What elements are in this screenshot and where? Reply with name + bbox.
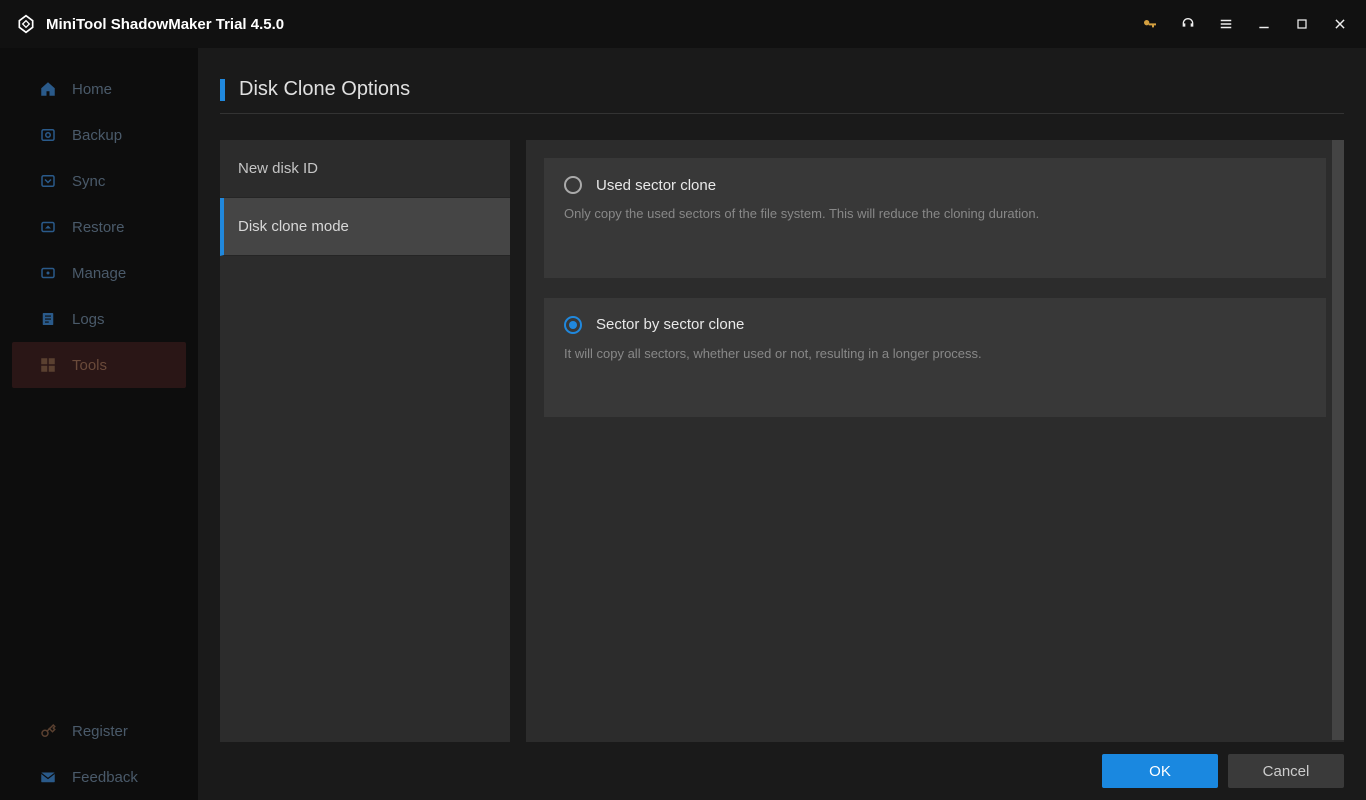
home-icon [38, 79, 58, 99]
sidebar-item-restore[interactable]: Restore [0, 204, 198, 250]
minimize-icon[interactable] [1254, 14, 1274, 34]
sidebar-item-label: Restore [72, 219, 125, 236]
sidebar-item-home[interactable]: Home [0, 66, 198, 112]
titlebar: MiniTool ShadowMaker Trial 4.5.0 [0, 0, 1366, 48]
key-icon[interactable] [1140, 14, 1160, 34]
register-key-icon [38, 721, 58, 741]
titlebar-left: MiniTool ShadowMaker Trial 4.5.0 [16, 14, 284, 34]
radio-used-sector-clone[interactable]: Used sector clone Only copy the used sec… [544, 158, 1326, 278]
radio-dot [569, 321, 577, 329]
right-panel: Used sector clone Only copy the used sec… [526, 140, 1344, 742]
radio-description: Only copy the used sectors of the file s… [564, 204, 1306, 224]
close-icon[interactable] [1330, 14, 1350, 34]
main-container: Home Backup Sync Restore Manage [0, 48, 1366, 800]
sidebar-item-sync[interactable]: Sync [0, 158, 198, 204]
sidebar-item-tools[interactable]: Tools [12, 342, 186, 388]
sidebar-spacer [0, 388, 198, 708]
tools-icon [38, 355, 58, 375]
sidebar-item-feedback[interactable]: Feedback [0, 754, 198, 800]
option-tab-label: New disk ID [238, 160, 318, 177]
sidebar-item-label: Tools [72, 357, 107, 374]
content-area: Disk Clone Options New disk ID Disk clon… [198, 48, 1366, 800]
radio-sector-by-sector-clone[interactable]: Sector by sector clone It will copy all … [544, 298, 1326, 418]
sidebar: Home Backup Sync Restore Manage [0, 48, 198, 800]
left-options-panel: New disk ID Disk clone mode [220, 140, 510, 742]
sidebar-item-label: Backup [72, 127, 122, 144]
restore-icon [38, 217, 58, 237]
sync-icon [38, 171, 58, 191]
header-accent-bar [220, 79, 225, 101]
option-tab-label: Disk clone mode [238, 218, 349, 235]
option-tab-disk-clone-mode[interactable]: Disk clone mode [220, 198, 510, 256]
sidebar-item-backup[interactable]: Backup [0, 112, 198, 158]
radio-row: Sector by sector clone [564, 316, 1306, 334]
maximize-icon[interactable] [1292, 14, 1312, 34]
sidebar-item-label: Logs [72, 311, 105, 328]
page-header: Disk Clone Options [220, 78, 1344, 114]
panel-container: New disk ID Disk clone mode Used sector … [220, 140, 1344, 742]
manage-icon [38, 263, 58, 283]
sidebar-item-logs[interactable]: Logs [0, 296, 198, 342]
ok-button[interactable]: OK [1102, 754, 1218, 788]
sidebar-item-label: Home [72, 81, 112, 98]
sidebar-item-label: Sync [72, 173, 105, 190]
mail-icon [38, 767, 58, 787]
radio-checked-icon [564, 316, 582, 334]
sidebar-item-register[interactable]: Register [0, 708, 198, 754]
radio-row: Used sector clone [564, 176, 1306, 194]
titlebar-right [1140, 14, 1350, 34]
app-icon [16, 14, 36, 34]
backup-icon [38, 125, 58, 145]
sidebar-item-manage[interactable]: Manage [0, 250, 198, 296]
footer: OK Cancel [220, 742, 1344, 788]
scrollbar[interactable] [1332, 140, 1344, 740]
radio-title: Used sector clone [596, 177, 716, 194]
page-title: Disk Clone Options [239, 78, 410, 101]
radio-unchecked-icon [564, 176, 582, 194]
cancel-button[interactable]: Cancel [1228, 754, 1344, 788]
headset-icon[interactable] [1178, 14, 1198, 34]
menu-icon[interactable] [1216, 14, 1236, 34]
app-title: MiniTool ShadowMaker Trial 4.5.0 [46, 16, 284, 33]
logs-icon [38, 309, 58, 329]
radio-title: Sector by sector clone [596, 316, 744, 333]
sidebar-item-label: Manage [72, 265, 126, 282]
radio-description: It will copy all sectors, whether used o… [564, 344, 1306, 364]
sidebar-item-label: Feedback [72, 769, 138, 786]
sidebar-item-label: Register [72, 723, 128, 740]
option-tab-new-disk-id[interactable]: New disk ID [220, 140, 510, 198]
